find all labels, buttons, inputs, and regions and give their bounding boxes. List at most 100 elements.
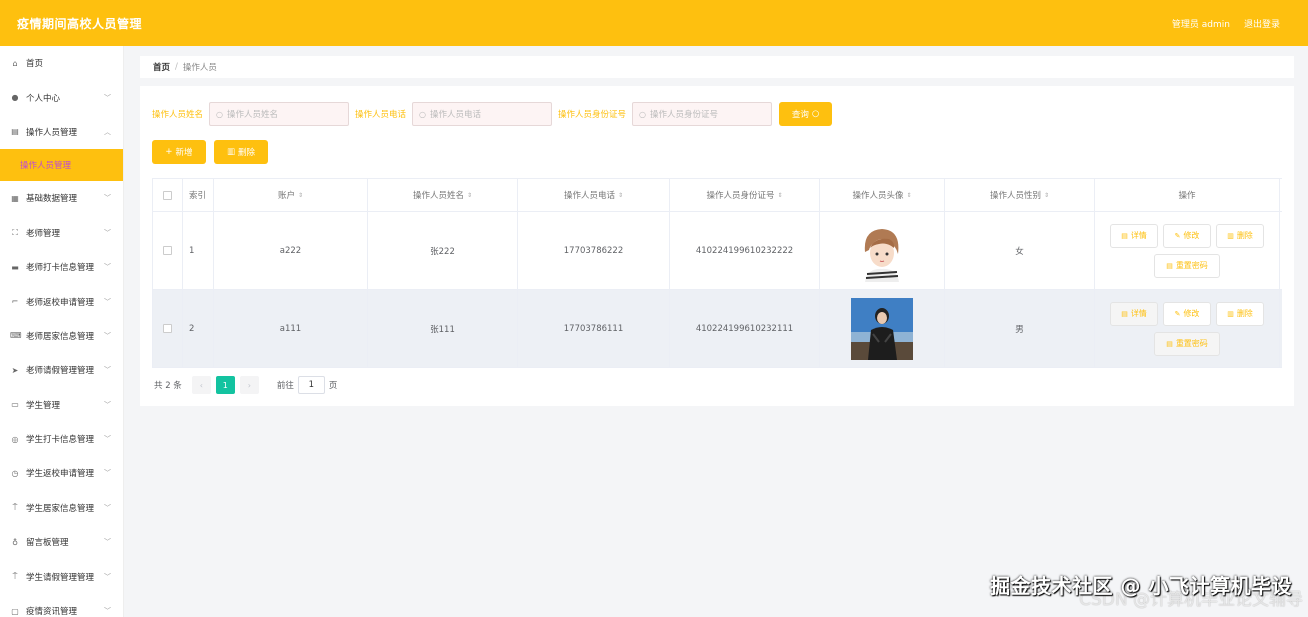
idcard-search-placeholder: 操作人员身份证号 — [650, 110, 719, 120]
chevron-left-icon: ‹ — [199, 380, 203, 390]
sort-icon[interactable]: ⇕ — [777, 192, 782, 199]
breadcrumb-home[interactable]: 首页 — [153, 61, 170, 73]
table-row: 2 a111 张111 17703786111 4102241996102321… — [152, 290, 1282, 368]
delete-button[interactable]: ▥ 删除 — [1216, 301, 1264, 326]
admin-label: 管理员 admin — [1171, 19, 1230, 30]
sidebar-item-student-return[interactable]: ◷ 学生返校申请管理 ﹀ — [0, 456, 123, 490]
row-idcard: 410224199610232111 — [670, 290, 820, 367]
sidebar-item-student[interactable]: ▭ 学生管理 ﹀ — [0, 388, 123, 422]
delete-button[interactable]: ▥ 删除 — [1216, 223, 1264, 248]
header-avatar[interactable]: 操作人员头像 ⇕ — [820, 179, 945, 211]
delete-label: 删除 — [1236, 231, 1253, 240]
sidebar-item-label: 老师居家信息管理 — [26, 331, 95, 342]
search-icon: ○ — [639, 109, 647, 119]
header-account-label: 账户 — [277, 191, 295, 201]
sidebar-item-label: 疫情资讯管理 — [26, 607, 78, 617]
batch-delete-button[interactable]: ▥ 删除 — [214, 140, 268, 164]
select-all-cell — [152, 179, 183, 211]
reset-password-label: 重置密码 — [1175, 339, 1208, 348]
name-search-input[interactable]: ○ 操作人员姓名 — [209, 102, 350, 126]
operator-table: 索引 账户 ⇕ 操作人员姓名 ⇕ 操作人员电话 ⇕ 操作人员身份证号 ⇕ 操作人员头像 ⇕… — [152, 178, 1282, 368]
edit-icon: ✎ — [1174, 231, 1181, 240]
document-icon: ▤ — [1121, 231, 1128, 240]
header-name[interactable]: 操作人员姓名 ⇕ — [368, 179, 518, 211]
sidebar-item-teacher-return[interactable]: ⌐ 老师返校申请管理 ﹀ — [0, 284, 123, 318]
header-account[interactable]: 账户 ⇕ — [214, 179, 368, 211]
card-icon: ▬ — [11, 262, 19, 272]
add-button[interactable]: + 新增 — [152, 140, 206, 164]
mic-icon: ♁ — [12, 537, 18, 547]
sidebar-item-student-home[interactable]: ⍑ 学生居家信息管理 ﹀ — [0, 491, 123, 525]
sidebar-item-teacher-checkin[interactable]: ▬ 老师打卡信息管理 ﹀ — [0, 250, 123, 284]
pagination: 共 2 条 ‹ 1 › 前往 1 页 — [154, 376, 337, 394]
row-gender: 男 — [945, 290, 1095, 367]
row-phone: 17703786222 — [518, 212, 670, 289]
row-checkbox[interactable] — [163, 324, 172, 333]
sort-icon[interactable]: ⇕ — [1044, 192, 1049, 199]
select-all-checkbox[interactable] — [163, 190, 172, 200]
list-icon: ▤ — [11, 127, 19, 137]
header-user-area: 管理员 admin 退出登录 — [1172, 17, 1280, 30]
chevron-up-icon: ︿ — [104, 127, 111, 136]
chevron-down-icon: ﹀ — [104, 469, 111, 478]
reset-password-button[interactable]: ▤ 重置密码 — [1154, 331, 1220, 356]
header-idcard[interactable]: 操作人员身份证号 ⇕ — [670, 179, 820, 211]
name-search-placeholder: 操作人员姓名 — [227, 110, 279, 120]
sign-icon: ⍑ — [12, 571, 18, 581]
row-check-cell — [152, 290, 183, 367]
row-checkbox[interactable] — [163, 246, 172, 255]
sidebar-item-message-board[interactable]: ♁ 留言板管理 ﹀ — [0, 525, 123, 559]
sidebar-item-profile[interactable]: ● 个人中心 ﹀ — [0, 80, 123, 114]
goto-page-input[interactable]: 1 — [297, 376, 325, 394]
sidebar-item-student-checkin[interactable]: ◎ 学生打卡信息管理 ﹀ — [0, 422, 123, 456]
sidebar-item-teacher-leave[interactable]: ➤ 老师请假管理管理 ﹀ — [0, 353, 123, 387]
sidebar-item-basic-data[interactable]: ▦ 基础数据管理 ﹀ — [0, 181, 123, 215]
sidebar-subitem-operator-management[interactable]: 操作人员管理 — [0, 149, 123, 182]
idcard-search-input[interactable]: ○ 操作人员身份证号 — [632, 102, 773, 126]
edit-button[interactable]: ✎ 修改 — [1163, 301, 1211, 326]
detail-button[interactable]: ▤ 详情 — [1110, 223, 1158, 248]
breadcrumb: 首页 / 操作人员 — [140, 56, 1294, 78]
sidebar-item-teacher[interactable]: ⛶ 老师管理 ﹀ — [0, 216, 123, 250]
sort-icon[interactable]: ⇕ — [906, 192, 911, 199]
header-gender[interactable]: 操作人员性别 ⇕ — [945, 179, 1095, 211]
header-idcard-label: 操作人员身份证号 — [706, 191, 775, 201]
sidebar-item-epidemic-news[interactable]: ▢ 疫情资讯管理 ﹀ — [0, 594, 123, 617]
sort-icon[interactable]: ⇕ — [298, 192, 303, 199]
sidebar-item-operator-management[interactable]: ▤ 操作人员管理 ︿ — [0, 115, 123, 149]
header-phone[interactable]: 操作人员电话 ⇕ — [518, 179, 670, 211]
compass-icon: ◎ — [11, 434, 19, 444]
sidebar-item-home[interactable]: ⌂ 首页 — [0, 46, 123, 80]
page-number-button[interactable]: 1 — [215, 376, 235, 394]
crop-icon: ⌐ — [11, 297, 19, 307]
guide-icon: ⍑ — [12, 502, 18, 512]
logout-link[interactable]: 退出登录 — [1244, 17, 1280, 30]
avatar[interactable] — [851, 297, 913, 360]
header-operations: 操作 — [1095, 179, 1280, 211]
sort-icon[interactable]: ⇕ — [618, 192, 623, 199]
next-page-button[interactable]: › — [239, 376, 259, 394]
send-icon: ➤ — [11, 365, 19, 375]
chat-icon: ▭ — [11, 400, 19, 410]
search-form: 操作人员姓名 ○ 操作人员姓名 操作人员电话 ○ 操作人员电话 操作人员身份证号… — [152, 102, 833, 126]
phone-search-input[interactable]: ○ 操作人员电话 — [412, 102, 553, 126]
header-phone-label: 操作人员电话 — [563, 191, 615, 201]
header-name-label: 操作人员姓名 — [412, 191, 464, 201]
action-buttons: + 新增 ▥ 删除 — [152, 140, 268, 164]
sort-icon[interactable]: ⇕ — [467, 192, 472, 199]
avatar[interactable] — [851, 219, 913, 282]
chevron-down-icon: ﹀ — [104, 572, 111, 581]
document-icon: ▤ — [1166, 261, 1173, 270]
prev-page-button[interactable]: ‹ — [191, 376, 211, 394]
name-search-label: 操作人员姓名 — [152, 110, 204, 120]
plus-icon: + — [165, 147, 173, 157]
detail-button[interactable]: ▤ 详情 — [1110, 301, 1158, 326]
sidebar-item-teacher-home[interactable]: ⌨ 老师居家信息管理 ﹀ — [0, 319, 123, 353]
table-row: 1 a222 张222 17703786222 4102241996102322… — [152, 212, 1282, 290]
detail-label: 详情 — [1130, 231, 1147, 240]
sidebar-item-student-leave[interactable]: ⍑ 学生请假管理管理 ﹀ — [0, 559, 123, 593]
sidebar-item-label: 操作人员管理 — [26, 127, 78, 138]
reset-password-button[interactable]: ▤ 重置密码 — [1154, 253, 1220, 278]
edit-button[interactable]: ✎ 修改 — [1163, 223, 1211, 248]
query-button[interactable]: 查询 ○ — [779, 102, 833, 126]
